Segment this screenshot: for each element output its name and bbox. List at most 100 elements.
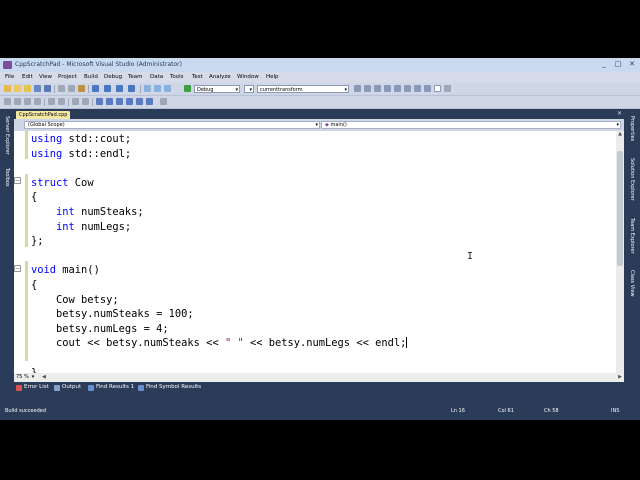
- collapse-struct-icon[interactable]: −: [14, 177, 21, 184]
- code-line[interactable]: int numSteaks;: [31, 205, 407, 220]
- close-icon[interactable]: ✕: [617, 110, 622, 117]
- display-object-member-list-icon[interactable]: [4, 98, 11, 105]
- menu-debug[interactable]: Debug: [104, 72, 122, 83]
- menu-build[interactable]: Build: [84, 72, 98, 83]
- code-line[interactable]: betsy.numSteaks = 100;: [31, 307, 407, 322]
- solution-explorer-tab[interactable]: Solution Explorer: [629, 158, 635, 201]
- member-select[interactable]: ◆ main() ▾: [321, 121, 621, 129]
- code-line[interactable]: [31, 249, 407, 264]
- display-quick-info-icon[interactable]: [24, 98, 31, 105]
- menu-analyze[interactable]: Analyze: [209, 72, 231, 83]
- increase-indent-icon[interactable]: [58, 98, 65, 105]
- menu-data[interactable]: Data: [150, 72, 163, 83]
- class-view-tab[interactable]: Class View: [629, 270, 635, 297]
- platform-select[interactable]: ▾: [244, 85, 254, 93]
- document-tab-cppscratchpad[interactable]: CppScratchPad.cpp: [16, 111, 71, 119]
- code-line[interactable]: [31, 351, 407, 366]
- find-in-files-icon[interactable]: [354, 85, 361, 92]
- maximize-button[interactable]: □: [612, 59, 624, 69]
- tab-error-list[interactable]: Error List: [16, 383, 49, 392]
- previous-bookmark-in-folder-icon[interactable]: [126, 98, 133, 105]
- code-line[interactable]: }: [31, 366, 407, 374]
- menu-view[interactable]: View: [39, 72, 52, 83]
- server-explorer-tab[interactable]: Server Explorer: [4, 116, 10, 155]
- code-line[interactable]: Cow betsy;: [31, 293, 407, 308]
- menu-tools[interactable]: Tools: [170, 72, 184, 83]
- code-line[interactable]: int numLegs;: [31, 220, 407, 235]
- solution-explorer-icon[interactable]: [364, 85, 371, 92]
- code-line[interactable]: using std::cout;: [31, 132, 407, 147]
- close-button[interactable]: ✕: [626, 59, 638, 69]
- display-word-completion-icon[interactable]: [34, 98, 41, 105]
- tab-find-symbol-results[interactable]: Find Symbol Results: [138, 383, 201, 392]
- comment-out-icon[interactable]: [72, 98, 79, 105]
- code-line[interactable]: {: [31, 190, 407, 205]
- code-line[interactable]: void main(): [31, 263, 407, 278]
- command-window-icon[interactable]: [424, 85, 431, 92]
- scope-select[interactable]: (Global Scope) ▾: [24, 121, 320, 129]
- display-parameter-info-icon[interactable]: [14, 98, 21, 105]
- code-line[interactable]: cout << betsy.numSteaks << " " << betsy.…: [31, 336, 408, 351]
- add-item-icon[interactable]: [14, 85, 21, 92]
- toolbox-icon[interactable]: [394, 85, 401, 92]
- code-line[interactable]: [31, 161, 407, 176]
- find-combo[interactable]: currenttransform ▾: [257, 85, 349, 93]
- save-icon[interactable]: [34, 85, 41, 92]
- next-bookmark-icon[interactable]: [116, 98, 123, 105]
- other-windows-icon[interactable]: [434, 85, 441, 92]
- toggle-bookmark-icon[interactable]: [96, 98, 103, 105]
- horizontal-scrollbar[interactable]: 75 % ▾ ◀ ▶: [14, 373, 624, 382]
- clear-bookmarks-icon[interactable]: [146, 98, 153, 105]
- menu-project[interactable]: Project: [58, 72, 77, 83]
- solution-platforms-icon[interactable]: [144, 85, 151, 92]
- code-editor[interactable]: − − using std::cout; using std::endl; str…: [14, 131, 624, 373]
- object-browser-icon[interactable]: [384, 85, 391, 92]
- navigate-backward-icon[interactable]: [116, 85, 123, 92]
- scroll-left-icon[interactable]: ◀: [42, 373, 46, 382]
- menu-file[interactable]: File: [5, 72, 14, 83]
- team-explorer-tab[interactable]: Team Explorer: [629, 218, 635, 254]
- toolbar-options-icon[interactable]: [160, 98, 167, 105]
- collapse-main-icon[interactable]: −: [14, 265, 21, 272]
- scroll-up-icon[interactable]: ▲: [616, 131, 624, 138]
- vertical-scrollbar[interactable]: ▲: [616, 131, 624, 373]
- target-icon[interactable]: [164, 85, 171, 92]
- cut-icon[interactable]: [58, 85, 65, 92]
- menu-team[interactable]: Team: [128, 72, 143, 83]
- code-line[interactable]: struct Cow: [31, 176, 407, 191]
- paste-icon[interactable]: [78, 85, 85, 92]
- scroll-thumb[interactable]: [617, 151, 623, 266]
- start-debugging-icon[interactable]: [184, 85, 191, 92]
- menu-window[interactable]: Window: [237, 72, 259, 83]
- undo-icon[interactable]: [92, 85, 99, 92]
- minimize-button[interactable]: _: [598, 59, 610, 69]
- toolbox-tab[interactable]: Toolbox: [4, 168, 10, 187]
- code-line[interactable]: };: [31, 234, 407, 249]
- menu-test[interactable]: Test: [192, 72, 203, 83]
- properties-tab[interactable]: Properties: [629, 116, 635, 141]
- redo-icon[interactable]: [104, 85, 111, 92]
- navigate-forward-icon[interactable]: [128, 85, 135, 92]
- tab-output[interactable]: Output: [54, 383, 81, 392]
- copy-icon[interactable]: [68, 85, 75, 92]
- extension-manager-icon[interactable]: [414, 85, 421, 92]
- menu-help[interactable]: Help: [266, 72, 279, 83]
- decrease-indent-icon[interactable]: [48, 98, 55, 105]
- code-line[interactable]: betsy.numLegs = 4;: [31, 322, 407, 337]
- code-line[interactable]: {: [31, 278, 407, 293]
- start-page-icon[interactable]: [404, 85, 411, 92]
- zoom-select[interactable]: 75 % ▾: [16, 373, 34, 382]
- menu-edit[interactable]: Edit: [22, 72, 33, 83]
- tab-find-results-1[interactable]: Find Results 1: [88, 383, 134, 392]
- uncomment-icon[interactable]: [82, 98, 89, 105]
- new-project-icon[interactable]: [4, 85, 11, 92]
- properties-window-icon[interactable]: [374, 85, 381, 92]
- code-text[interactable]: using std::cout; using std::endl; struct …: [31, 132, 408, 374]
- next-bookmark-in-folder-icon[interactable]: [136, 98, 143, 105]
- toolbar-options-icon[interactable]: [444, 85, 451, 92]
- previous-bookmark-icon[interactable]: [106, 98, 113, 105]
- code-line[interactable]: using std::endl;: [31, 147, 407, 162]
- open-file-icon[interactable]: [24, 85, 31, 92]
- save-all-icon[interactable]: [44, 85, 51, 92]
- configuration-manager-icon[interactable]: [154, 85, 161, 92]
